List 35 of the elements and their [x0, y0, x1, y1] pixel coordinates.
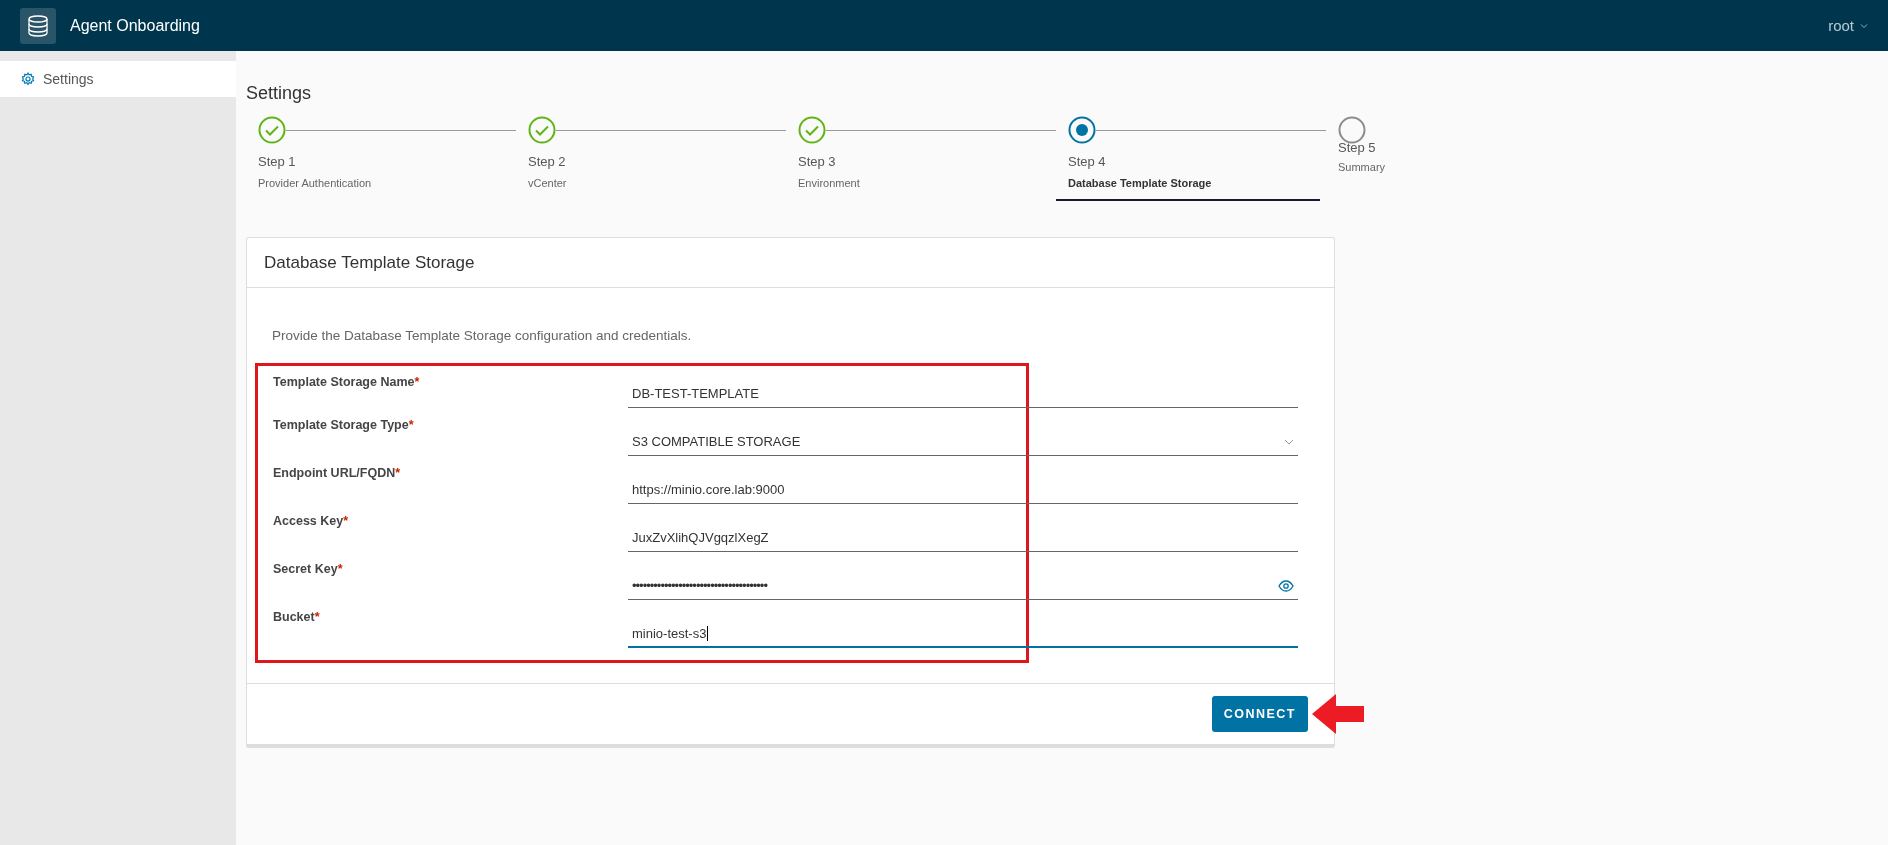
input-field[interactable]: DB-TEST-TEMPLATE	[628, 380, 1298, 408]
sidebar-item[interactable]: Settings	[0, 61, 236, 97]
field-label: Endpoint URL/FQDN*	[272, 465, 402, 480]
step-number: Step 1	[258, 154, 297, 169]
storage-type-select[interactable]: S3 COMPATIBLE STORAGE	[628, 428, 1298, 456]
input-field[interactable]: https://minio.core.lab:9000	[628, 476, 1298, 504]
arrow-annotation-icon	[1310, 692, 1366, 736]
step-number: Step 3	[798, 154, 837, 169]
chevron-down-icon	[1860, 22, 1868, 29]
user-menu[interactable]: root	[1828, 17, 1868, 34]
step-label: Provider Authentication	[258, 177, 373, 189]
page-title: Settings	[246, 83, 313, 104]
step-number: Step 4	[1068, 154, 1107, 169]
field-label: Template Storage Name*	[272, 374, 421, 389]
field-label: Bucket*	[272, 609, 321, 624]
chevron-down-icon	[1284, 438, 1294, 445]
database-icon	[20, 7, 56, 44]
input-field[interactable]: JuxZvXlihQJVgqzlXegZ	[628, 524, 1298, 552]
step-label: Summary	[1338, 161, 1387, 173]
step-label: Database Template Storage	[1068, 177, 1213, 189]
form-description: Provide the Database Template Storage configuration and credentials.	[272, 328, 693, 343]
field-label: Secret Key*	[272, 561, 344, 576]
app-title: Agent Onboarding	[70, 16, 200, 35]
step-label: Environment	[798, 177, 861, 189]
settings-icon	[21, 72, 35, 86]
field-label: Access Key*	[272, 513, 350, 528]
field-label: Template Storage Type*	[272, 417, 415, 432]
step-label: vCenter	[528, 177, 568, 189]
connect-button[interactable]: CONNECT	[1211, 696, 1308, 732]
card-title: Database Template Storage	[264, 252, 475, 273]
step-number: Step 2	[528, 154, 567, 169]
step-number: Step 5	[1338, 140, 1377, 155]
input-field[interactable]: minio-test-s3	[628, 620, 1298, 648]
password-field[interactable]: ••••••••••••••••••••••••••••••••••••••	[628, 572, 1298, 600]
eye-icon[interactable]	[1278, 579, 1294, 592]
